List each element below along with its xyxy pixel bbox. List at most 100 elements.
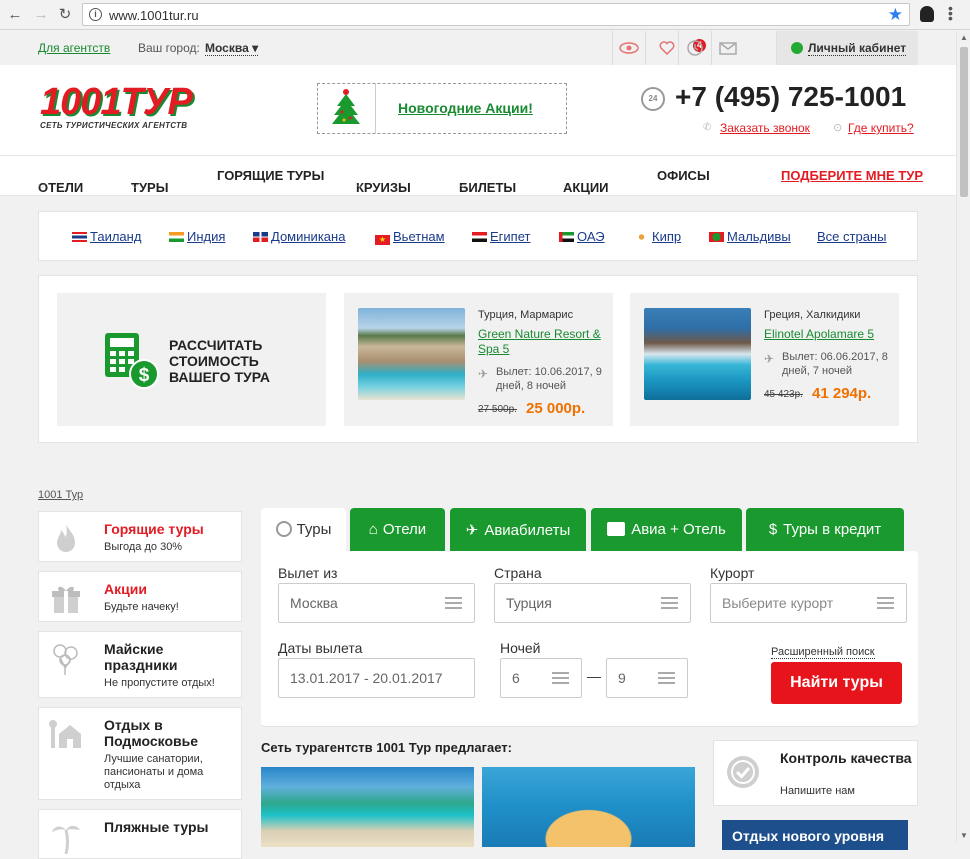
city-label: Ваш город: [138,41,200,55]
nights-from-select[interactable]: 6 [500,658,582,698]
city-select[interactable]: Москва ▾ [205,41,259,56]
address-bar[interactable]: i www.1001tur.ru ★ [82,3,910,26]
forward-icon[interactable]: → [32,6,50,24]
country-label: Индия [187,229,226,244]
country-uae[interactable]: ОАЭ [559,229,605,244]
country-label: Кипр [652,229,682,244]
bookmark-star-icon[interactable]: ★ [888,5,903,25]
sidebar-item-moscow-region[interactable]: Отдых в Подмосковье Лучшие санатории, па… [38,707,242,800]
from-select[interactable]: Москва [278,583,475,623]
heart-icon [659,41,675,55]
tab-tours[interactable]: Туры [261,508,346,551]
nav-cruises-label: КРУИЗЫ [356,180,411,195]
sidebar-item-may-holidays[interactable]: Майские праздники Не пропустите отдых! [38,631,242,698]
tab-credit-tours[interactable]: $ Туры в кредит [746,508,904,551]
promo-link[interactable]: Новогодние Акции! [398,100,533,116]
country-egypt[interactable]: Египет [472,229,530,244]
callback-link[interactable]: Заказать звонок [720,121,810,135]
promo-banner[interactable]: Отдых нового уровня [722,820,908,850]
sidebar-item-beach-tours[interactable]: Пляжные туры [38,809,242,859]
nav-pick-tour[interactable]: ПОДБЕРИТЕ МНЕ ТУР [781,168,923,183]
plane-icon: ✈ [465,522,479,539]
menu-icon [658,672,675,684]
offer-image-pool[interactable] [482,767,695,847]
sidebar-item-title: Горящие туры [104,521,204,537]
browser-toolbar: ← → ↻ i www.1001tur.ru ★ • • • [0,0,970,30]
india-flag-icon [169,232,184,242]
location-pin-icon: ⊙ [833,122,843,134]
site-logo[interactable]: 1001ТУР СЕТЬ ТУРИСТИЧЕСКИХ АГЕНТСТВ [40,83,222,130]
messages-button[interactable] [711,31,744,65]
phone-number[interactable]: +7 (495) 725-1001 [675,81,906,113]
browser-menu-icon[interactable]: • • • [948,1,954,25]
breadcrumb[interactable]: 1001 Тур [38,489,83,501]
nav-offices[interactable]: ОФИСЫ [657,168,710,183]
egypt-flag-icon [472,232,487,242]
new-year-promo-banner[interactable]: Новогодние Акции! [317,83,567,134]
from-label: Вылет из [278,565,338,581]
country-cyprus[interactable]: Кипр [634,229,681,244]
advanced-search-link[interactable]: Расширенный поиск [771,646,875,659]
sidebar-item-subtitle: Лучшие санатории, пансионаты и дома отды… [104,753,204,791]
country-maldives[interactable]: Мальдивы [709,229,791,244]
menu-icon [661,597,678,609]
deal-departure: ✈ Вылет: 10.06.2017, 9 дней, 8 ночей [478,365,613,393]
scrollbar-thumb[interactable] [960,47,968,197]
country-label: Таиланд [90,229,142,244]
nav-hot-tours[interactable]: ГОРЯЩИЕ ТУРЫ [217,168,324,183]
sidebar-item-promos[interactable]: Акции Будьте начеку! [38,571,242,622]
nights-to-select[interactable]: 9 [606,658,688,698]
country-all[interactable]: Все страны [817,229,886,244]
country-label: ОАЭ [577,229,605,244]
resort-label: Курорт [710,565,755,581]
sidebar-item-subtitle: Выгода до 30% [104,541,183,553]
deal-card[interactable]: Греция, Халкидики Elinotel Apolamare 5 ✈… [630,293,899,426]
nights-dash: — [587,668,601,684]
calculate-tour-card[interactable]: $ РАССЧИТАТЬ СТОИМОСТЬ ВАШЕГО ТУРА [57,293,326,426]
deal-old-price: 27 500р. [478,404,517,415]
country-select[interactable]: Турция [494,583,691,623]
agent-link[interactable]: Для агентств [38,41,110,55]
tab-hotels[interactable]: ⌂ Отели [350,508,445,551]
sidebar-item-hot-tours[interactable]: Горящие туры Выгода до 30% [38,511,242,562]
offer-image-beach[interactable] [261,767,474,847]
country-dominicana[interactable]: Доминикана [253,229,345,244]
back-icon[interactable]: ← [6,6,24,24]
chevron-down-icon: ⌵ [356,180,364,191]
url-text: www.1001tur.ru [109,8,199,23]
scroll-up-icon[interactable]: ▲ [960,33,968,42]
reload-icon[interactable]: ↻ [56,6,74,24]
quality-control-card[interactable]: Контроль качества Напишите нам [713,740,918,806]
dates-label: Даты вылета [278,640,363,656]
from-value: Москва [290,595,338,611]
deal-hotel-link[interactable]: Elinotel Apolamare 5 [764,327,892,342]
where-to-buy-link[interactable]: Где купить? [848,121,914,135]
history-button[interactable] [678,31,711,65]
scroll-down-icon[interactable]: ▼ [960,831,968,840]
favorites-button[interactable]: 4 [645,31,706,65]
tab-flight-hotel[interactable]: Авиа + Отель [591,508,742,551]
calculator-dollar-icon: $ [105,333,159,389]
extension-icon[interactable] [920,6,934,22]
country-india[interactable]: Индия [169,229,225,244]
resort-select[interactable]: Выберите курорт [710,583,907,623]
deal-card[interactable]: Турция, Мармарис Green Nature Resort & S… [344,293,613,426]
tab-flights[interactable]: ✈ Авиабилеты [450,508,586,551]
viewed-button[interactable] [612,31,645,65]
christmas-tree-icon [318,84,376,133]
personal-cabinet-button[interactable]: Личный кабинет [776,31,918,65]
dates-field[interactable]: 13.01.2017 - 20.01.2017 [278,658,475,698]
country-label: Египет [490,229,531,244]
cyprus-flag-icon [634,232,649,242]
country-value: Турция [506,595,552,611]
deal-departure-text: Вылет: 10.06.2017, 9 дней, 8 ночей [496,366,602,392]
page-scrollbar[interactable]: ▲ ▼ [956,31,970,842]
quality-title: Контроль качества [780,750,912,766]
info-icon[interactable]: i [89,8,102,21]
tab-label: Авиабилеты [484,522,571,539]
find-tours-button[interactable]: Найти туры [771,662,902,704]
deal-hotel-link[interactable]: Green Nature Resort & Spa 5 [478,327,606,357]
chevron-down-icon: ⌵ [38,180,46,191]
country-thailand[interactable]: Таиланд [72,229,141,244]
country-vietnam[interactable]: ★ Вьетнам [375,229,445,245]
